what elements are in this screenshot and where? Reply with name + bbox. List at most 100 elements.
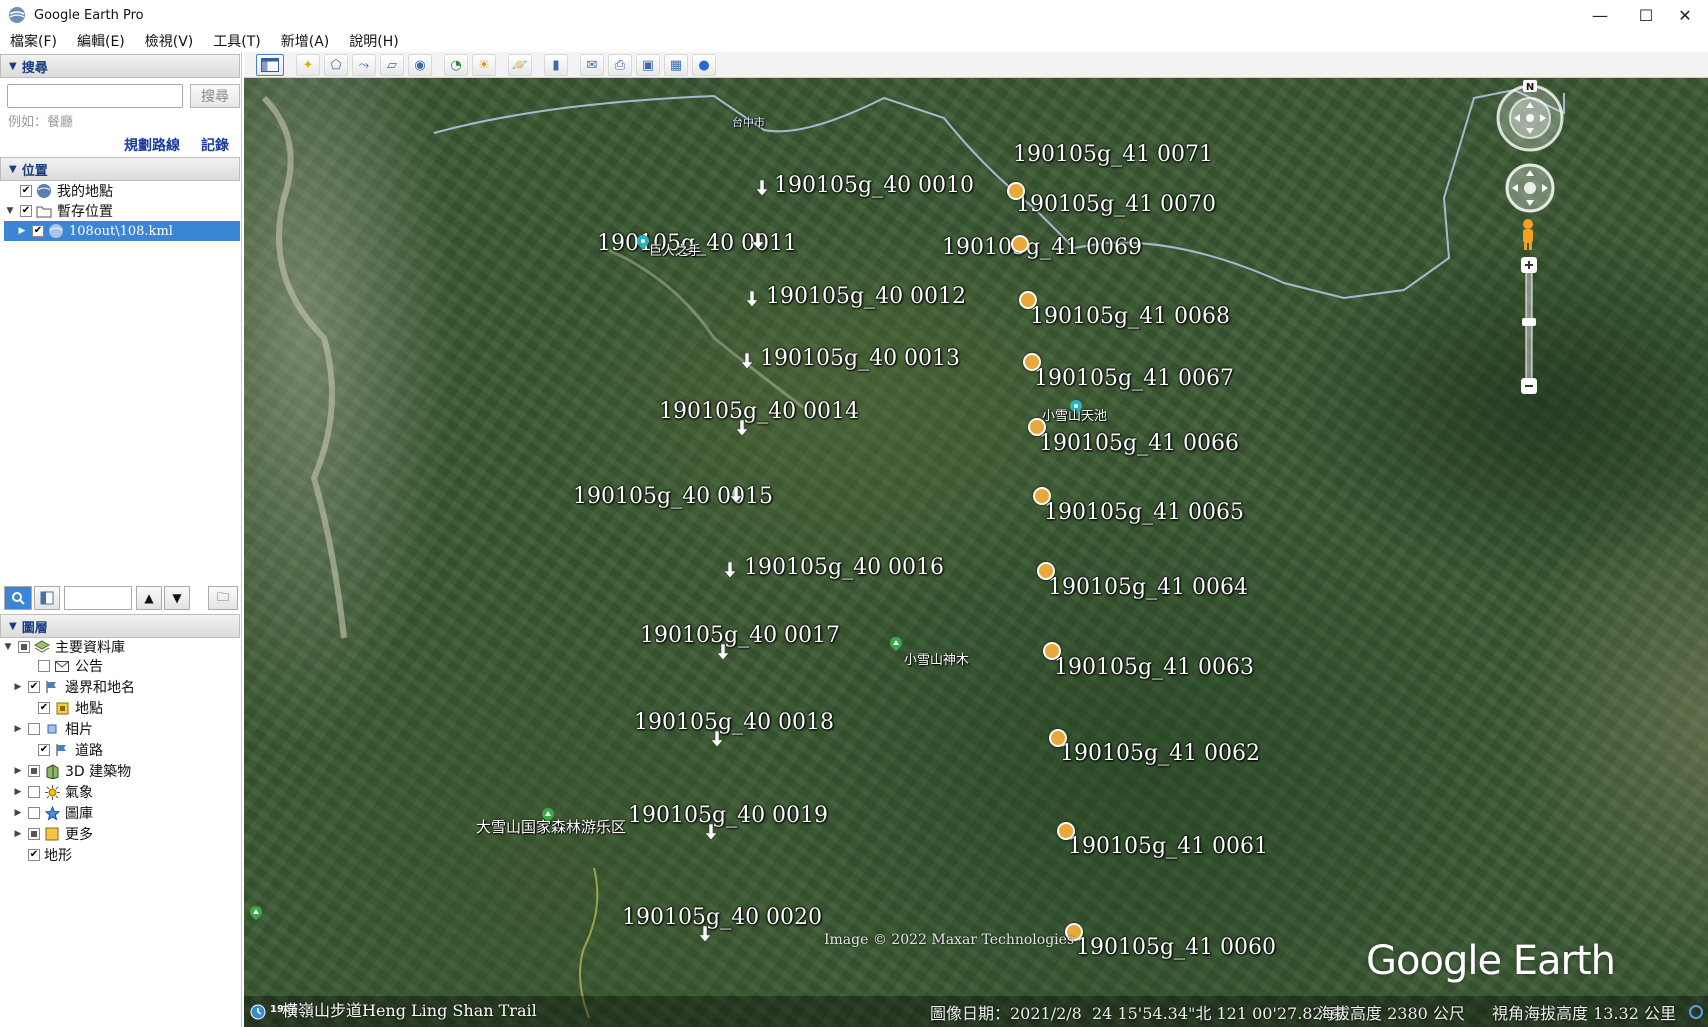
placemark-label[interactable]: 190105g_41 0060 [1076, 935, 1276, 960]
sidebar-toggle-button[interactable] [256, 54, 284, 76]
menu-help[interactable]: 說明(H) [339, 31, 408, 51]
placemark-label[interactable]: 190105g_41 0062 [1060, 741, 1260, 766]
placemark-label[interactable]: 190105g_40 0010 [774, 173, 974, 198]
search-section-header[interactable]: ▼ 搜尋 [0, 54, 240, 78]
orange-placemark-icon[interactable] [1033, 487, 1051, 505]
map-view[interactable]: 190105g_40 0010 190105g_40 0011 190105g_40… [244, 78, 1708, 1027]
checkbox[interactable] [28, 765, 40, 777]
move-up-button[interactable]: ▲ [136, 586, 162, 610]
checkbox[interactable]: ✔ [20, 205, 32, 217]
add-polygon-button[interactable]: ⬠ [324, 54, 348, 76]
directions-link[interactable]: 規劃路線 [124, 135, 180, 155]
placemark-label[interactable]: 190105g_40 0020 [622, 905, 822, 930]
placemark-label[interactable]: 190105g_40 0013 [760, 346, 960, 371]
history-clock-icon[interactable] [250, 1004, 266, 1020]
checkbox[interactable] [28, 807, 40, 819]
poi-sacred-tree[interactable]: 小雪山神木 [904, 649, 969, 668]
print-button[interactable]: ⎙ [608, 54, 632, 76]
search-mode-button[interactable] [4, 586, 32, 610]
down-arrow-placemark-icon[interactable] [752, 233, 764, 249]
menu-view[interactable]: 檢視(V) [135, 31, 204, 51]
collapse-triangle-icon[interactable]: ▼ [9, 61, 17, 72]
north-indicator[interactable]: N [1526, 82, 1534, 93]
poi-pond[interactable]: 小雪山天池 [1042, 405, 1107, 424]
layer-item[interactable]: ▶ 氣象 [12, 782, 93, 802]
collapse-triangle-icon[interactable]: ▼ [9, 164, 17, 175]
layer-item[interactable]: ▶ 相片 [12, 719, 93, 739]
menu-add[interactable]: 新增(A) [271, 31, 340, 51]
close-button[interactable]: ✕ [1662, 0, 1708, 30]
record-tour-button[interactable]: ◉ [408, 54, 432, 76]
minimize-button[interactable]: — [1577, 0, 1623, 30]
search-input[interactable] [7, 84, 183, 108]
down-arrow-placemark-icon[interactable] [730, 487, 742, 503]
placemark-label[interactable]: 190105g_40 0014 [659, 399, 859, 424]
orange-placemark-icon[interactable] [1023, 353, 1041, 371]
maps-button[interactable]: ▦ [664, 54, 688, 76]
layer-item[interactable]: 公告 [22, 656, 103, 676]
checkbox[interactable]: ✔ [20, 185, 32, 197]
down-arrow-placemark-icon[interactable] [699, 926, 711, 942]
placemark-label[interactable]: 190105g_40 0018 [634, 710, 834, 735]
placemark-label[interactable]: 190105g_40 0019 [628, 803, 828, 828]
poi-tree-pin-icon[interactable] [250, 906, 262, 920]
layer-item[interactable]: ▶ 圖庫 [12, 803, 93, 823]
orange-placemark-icon[interactable] [1019, 291, 1037, 309]
expand-arrow-icon[interactable]: ▼ [4, 206, 16, 216]
placemark-label[interactable]: 190105g_40 0012 [766, 284, 966, 309]
collapse-triangle-icon[interactable]: ▼ [9, 621, 17, 632]
placemark-label[interactable]: 190105g_40 0017 [640, 623, 840, 648]
checkbox[interactable]: ✔ [32, 225, 44, 237]
expand-arrow-icon[interactable]: ▶ [12, 682, 24, 692]
checkbox[interactable] [28, 786, 40, 798]
layers-root[interactable]: ▼ 主要資料庫 [2, 637, 125, 657]
orange-placemark-icon[interactable] [1049, 729, 1067, 747]
planets-button[interactable]: 🪐 [508, 54, 532, 76]
placemark-label[interactable]: 190105g_41 0068 [1030, 304, 1230, 329]
down-arrow-placemark-icon[interactable] [705, 824, 717, 840]
layer-item[interactable]: ▶ 更多 [12, 824, 93, 844]
placemark-label[interactable]: 190105g_41 0064 [1048, 575, 1248, 600]
history-link[interactable]: 記錄 [201, 135, 229, 155]
folder-menu-button[interactable]: 🗀 [208, 586, 238, 610]
layer-item[interactable]: ✔ 地形 [12, 845, 72, 865]
down-arrow-placemark-icon[interactable] [746, 291, 758, 307]
street-view-pegman-icon[interactable] [1517, 218, 1539, 252]
poi-giant-hand[interactable]: 巨人之手 [649, 240, 701, 259]
checkbox[interactable]: ✔ [28, 681, 40, 693]
expand-arrow-icon[interactable]: ▶ [12, 724, 24, 734]
look-joystick-icon[interactable]: N [1492, 78, 1568, 154]
add-path-button[interactable]: ⤳ [352, 54, 376, 76]
orange-placemark-icon[interactable] [1007, 182, 1025, 200]
checkbox[interactable] [18, 641, 30, 653]
sunlight-button[interactable]: ☀ [472, 54, 496, 76]
down-arrow-placemark-icon[interactable] [717, 644, 729, 660]
placemark-label[interactable]: 190105g_41 0065 [1044, 500, 1244, 525]
expand-arrow-icon[interactable]: ▶ [16, 226, 28, 236]
add-overlay-button[interactable]: ▱ [380, 54, 404, 76]
menu-file[interactable]: 檔案(F) [0, 31, 67, 51]
save-image-button[interactable]: ▣ [636, 54, 660, 76]
zoom-slider[interactable] [1520, 256, 1538, 396]
checkbox[interactable]: ✔ [28, 849, 40, 861]
places-item-temporary[interactable]: ▼ ✔ 暫存位置 [4, 201, 240, 221]
orange-placemark-icon[interactable] [1011, 235, 1029, 253]
historical-imagery-button[interactable]: ◔ [444, 54, 468, 76]
checkbox[interactable] [28, 723, 40, 735]
places-section-header[interactable]: ▼ 位置 [0, 157, 240, 181]
expand-arrow-icon[interactable]: ▶ [12, 808, 24, 818]
menu-edit[interactable]: 編輯(E) [67, 31, 135, 51]
email-button[interactable]: ✉ [580, 54, 604, 76]
poi-forest-area[interactable]: 大雪山国家森林游乐区 [476, 816, 626, 837]
poi-teal-pin-icon[interactable] [637, 235, 649, 249]
places-item-kml[interactable]: ▶ ✔ 108out\108.kml [4, 221, 240, 241]
orange-placemark-icon[interactable] [1043, 642, 1061, 660]
placemark-label[interactable]: 190105g_41 0066 [1039, 431, 1239, 456]
poi-trail[interactable]: 橫嶺山步道Heng Ling Shan Trail [282, 997, 537, 1021]
poi-tree-pin-icon[interactable] [890, 637, 902, 651]
move-down-button[interactable]: ▼ [164, 586, 190, 610]
placemark-label[interactable]: 190105g_41 0069 [942, 235, 1142, 260]
filter-input[interactable] [64, 586, 132, 610]
checkbox[interactable]: ✔ [38, 702, 50, 714]
earth-gallery-button[interactable]: ● [692, 54, 716, 76]
